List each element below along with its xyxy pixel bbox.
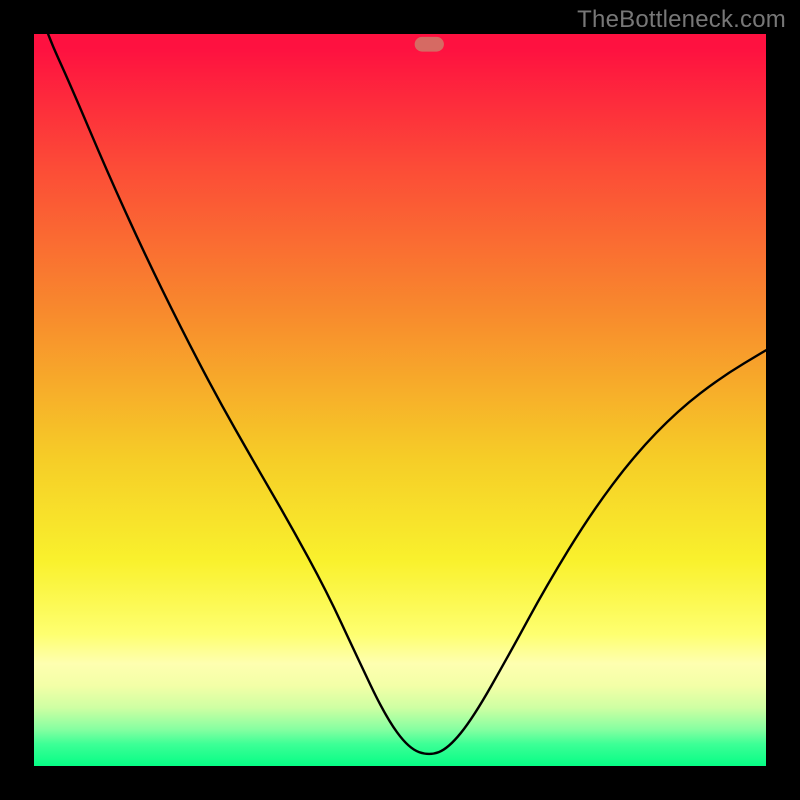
chart-overlay xyxy=(34,34,766,766)
bottleneck-curve xyxy=(34,34,766,754)
attribution-label: TheBottleneck.com xyxy=(577,6,786,34)
optimal-marker xyxy=(415,37,444,52)
plot-area xyxy=(34,34,766,766)
chart-frame: TheBottleneck.com xyxy=(0,0,800,800)
